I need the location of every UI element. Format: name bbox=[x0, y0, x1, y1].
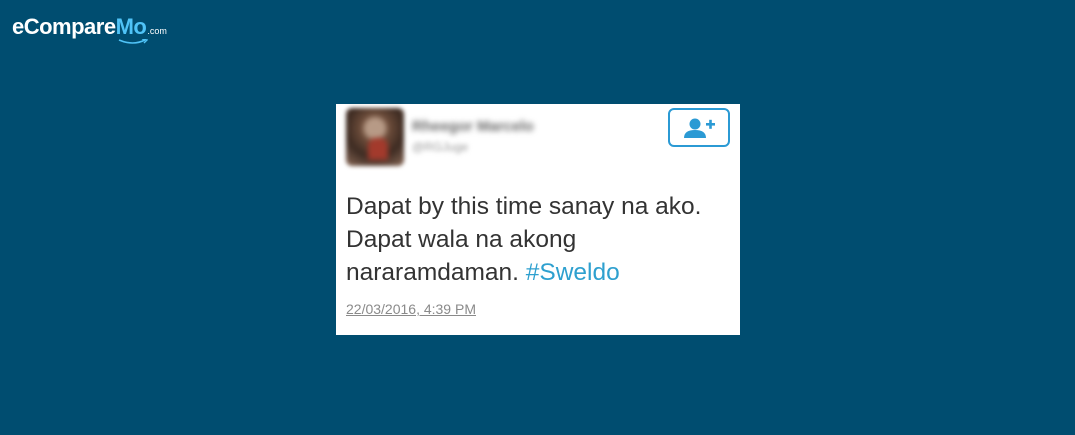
author-handle[interactable]: @RGJuge bbox=[412, 140, 468, 154]
avatar-detail bbox=[368, 138, 388, 160]
hashtag-link[interactable]: #Sweldo bbox=[526, 259, 620, 286]
logo-smile-icon bbox=[118, 39, 148, 44]
logo-accent-text: Mo bbox=[115, 14, 147, 39]
tweet-timestamp[interactable]: 22/03/2016, 4:39 PM bbox=[346, 301, 476, 317]
follow-button[interactable] bbox=[668, 108, 730, 147]
logo-suffix: .com bbox=[147, 26, 167, 36]
logo-accent: Mo bbox=[115, 14, 148, 44]
avatar[interactable] bbox=[346, 108, 404, 166]
tweet-body: Dapat by this time sanay na ako. Dapat w… bbox=[346, 193, 702, 286]
author-name[interactable]: Rheegor Marcelo bbox=[412, 118, 534, 135]
add-user-icon bbox=[684, 118, 715, 138]
ecomparemo-logo[interactable]: eCompare Mo .com bbox=[12, 14, 167, 44]
tweet-text: Dapat by this time sanay na ako. Dapat w… bbox=[346, 190, 730, 289]
logo-text: eCompare bbox=[12, 14, 116, 39]
tweet-card: Rheegor Marcelo @RGJuge Dapat by this ti… bbox=[336, 104, 740, 335]
